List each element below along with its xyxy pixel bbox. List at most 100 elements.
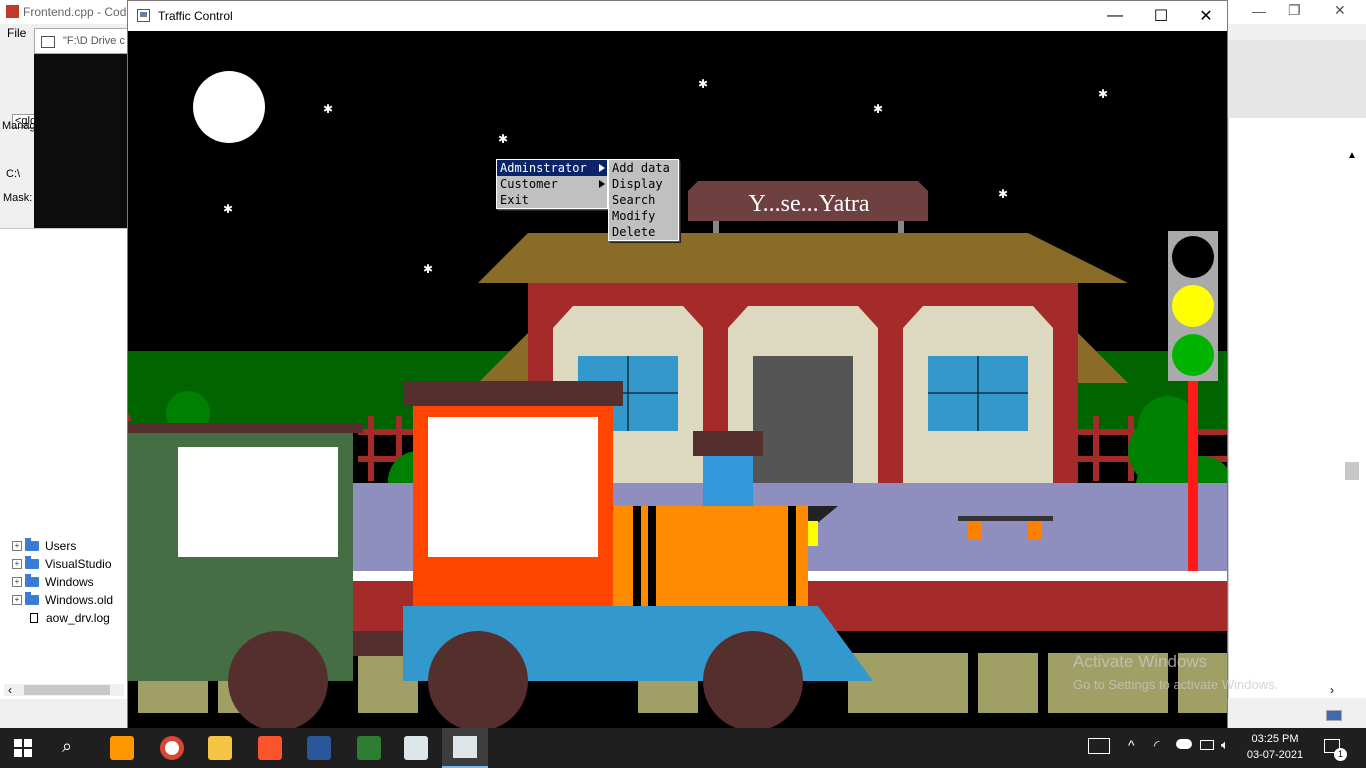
engine-cab-window bbox=[428, 417, 598, 557]
file-explorer-icon[interactable] bbox=[208, 736, 232, 760]
bg-minimize-icon[interactable]: — bbox=[1252, 3, 1266, 19]
expand-icon[interactable]: + bbox=[12, 559, 22, 569]
submenu-item-display[interactable]: Display bbox=[609, 176, 678, 192]
battery-icon[interactable] bbox=[1200, 740, 1214, 750]
word-icon[interactable] bbox=[307, 736, 331, 760]
keyboard-icon[interactable] bbox=[1088, 738, 1110, 754]
wifi-icon[interactable]: ◜ bbox=[1154, 737, 1159, 754]
engine-boiler bbox=[613, 506, 808, 606]
menu-item-exit[interactable]: Exit bbox=[497, 192, 607, 208]
weather-cloud-icon[interactable] bbox=[1176, 739, 1192, 749]
console-titlebar: "F:\D Drive c bbox=[34, 28, 128, 54]
traffic-light-green-lamp bbox=[1172, 334, 1214, 376]
submenu-item-modify[interactable]: Modify bbox=[609, 208, 678, 224]
expand-icon[interactable]: + bbox=[12, 541, 22, 551]
sign-post bbox=[713, 221, 719, 233]
activation-watermark-subtitle: Go to Settings to activate Windows. bbox=[1073, 677, 1279, 692]
menu-item-label: Exit bbox=[500, 193, 529, 207]
scroll-up-icon[interactable]: ▲ bbox=[1347, 150, 1357, 161]
traffic-control-window: Traffic Control — ☐ ✕ ✱ ✱ ✱ ✱ ✱ ✱ ✱ ✱ Y.… bbox=[127, 0, 1228, 728]
ide-right-header bbox=[1228, 40, 1366, 118]
hscroll-thumb[interactable] bbox=[24, 685, 110, 695]
horizontal-scrollbar[interactable] bbox=[4, 684, 124, 696]
scroll-right-icon[interactable]: › bbox=[1330, 683, 1334, 697]
chimney-cap bbox=[693, 431, 763, 456]
codeblocks-icon[interactable] bbox=[357, 736, 381, 760]
menu-file[interactable]: File bbox=[7, 26, 26, 40]
submenu-arrow-icon bbox=[599, 164, 605, 172]
scrollbar-thumb[interactable] bbox=[1345, 462, 1359, 480]
traffic-light-yellow-lamp bbox=[1172, 285, 1214, 327]
station-roof bbox=[478, 233, 1128, 283]
activation-watermark-title: Activate Windows bbox=[1073, 652, 1208, 671]
bench-leg bbox=[1028, 521, 1042, 539]
tree-item-windows[interactable]: + Windows bbox=[12, 573, 94, 591]
file-tree: + Users + VisualStudio + Windows + Windows.o… bbox=[0, 228, 128, 699]
menu-item-administrator[interactable]: Adminstrator bbox=[497, 160, 607, 176]
ide-title: Frontend.cpp - Cod bbox=[23, 5, 127, 19]
traffic-control-app-icon bbox=[453, 736, 477, 758]
brave-browser-icon[interactable] bbox=[258, 736, 282, 760]
coach-roof bbox=[128, 423, 363, 433]
sublime-text-icon[interactable] bbox=[110, 736, 134, 760]
traffic-light-pole bbox=[1188, 381, 1198, 571]
star: ✱ bbox=[873, 102, 883, 116]
expand-icon[interactable]: + bbox=[12, 577, 22, 587]
window-title: Traffic Control bbox=[158, 9, 233, 23]
engine-wheel-rear bbox=[428, 631, 528, 728]
volume-icon[interactable]: 🔈︎ bbox=[1221, 737, 1229, 753]
coach-coupler bbox=[353, 631, 403, 656]
folder-icon bbox=[25, 592, 39, 605]
expand-icon[interactable]: + bbox=[12, 595, 22, 605]
search-icon[interactable]: ⌕ bbox=[62, 736, 72, 757]
menu-item-customer[interactable]: Customer bbox=[497, 176, 607, 192]
window-app-icon bbox=[137, 9, 150, 22]
sleeper bbox=[978, 653, 1038, 713]
bg-restore-icon[interactable]: ❐ bbox=[1288, 2, 1301, 19]
folder-icon bbox=[25, 538, 39, 551]
ide-toolbar-strip: <glo Manag C:\ Mask: bbox=[0, 42, 40, 228]
tree-item-windows-old[interactable]: + Windows.old bbox=[12, 591, 113, 609]
station-sign-text: Y...se...Yatra bbox=[748, 191, 869, 217]
tree-item-users[interactable]: + Users bbox=[12, 537, 76, 555]
tree-item-visualstudio[interactable]: + VisualStudio bbox=[12, 555, 112, 573]
tree-item-aow-log[interactable]: aow_drv.log bbox=[30, 609, 110, 627]
bench-seat bbox=[958, 516, 1053, 521]
main-popup-menu: Adminstrator Customer Exit bbox=[496, 159, 608, 209]
submenu-item-search[interactable]: Search bbox=[609, 192, 678, 208]
boiler-band bbox=[788, 506, 796, 606]
submenu-item-add-data[interactable]: Add data bbox=[609, 160, 678, 176]
star: ✱ bbox=[1098, 87, 1108, 101]
submenu-arrow-icon bbox=[599, 180, 605, 188]
bg-close-icon[interactable]: ✕ bbox=[1334, 2, 1346, 19]
chrome-icon[interactable] bbox=[160, 736, 184, 760]
folder-icon bbox=[25, 556, 39, 569]
flag-icon bbox=[1326, 710, 1342, 721]
maximize-button[interactable]: ☐ bbox=[1138, 1, 1184, 31]
minimize-button[interactable]: — bbox=[1092, 1, 1138, 31]
console-app-icon[interactable] bbox=[404, 736, 428, 760]
boiler-band bbox=[648, 506, 656, 606]
graphics-canvas[interactable]: ✱ ✱ ✱ ✱ ✱ ✱ ✱ ✱ Y...se...Yatra Adminstra… bbox=[128, 31, 1227, 728]
submenu-item-delete[interactable]: Delete bbox=[609, 224, 678, 240]
star: ✱ bbox=[498, 132, 508, 146]
fence-post bbox=[1093, 416, 1099, 481]
coach-wheel bbox=[228, 631, 328, 728]
notification-count-badge: 1 bbox=[1334, 748, 1347, 761]
engine-chimney bbox=[703, 451, 753, 506]
file-lock-icon bbox=[30, 613, 38, 623]
star: ✱ bbox=[223, 202, 233, 216]
path-field[interactable]: C:\ bbox=[6, 168, 20, 180]
scroll-left-icon[interactable]: ‹ bbox=[8, 683, 12, 697]
ide-right-panel: ▲ bbox=[1228, 118, 1366, 698]
active-app-button[interactable] bbox=[442, 728, 488, 768]
start-windows-icon[interactable] bbox=[14, 739, 32, 757]
coach-window bbox=[178, 447, 338, 557]
taskbar: ⌕ ^ ◜ 🔈︎ 03:25 PM 03-07-2021 1 bbox=[0, 728, 1366, 768]
engine-headlight bbox=[808, 521, 818, 546]
star: ✱ bbox=[698, 77, 708, 91]
close-button[interactable]: ✕ bbox=[1183, 1, 1229, 31]
clock[interactable]: 03:25 PM 03-07-2021 bbox=[1240, 731, 1310, 763]
show-hidden-icons-icon[interactable]: ^ bbox=[1128, 737, 1135, 753]
window-titlebar: Traffic Control — ☐ ✕ bbox=[128, 1, 1227, 31]
